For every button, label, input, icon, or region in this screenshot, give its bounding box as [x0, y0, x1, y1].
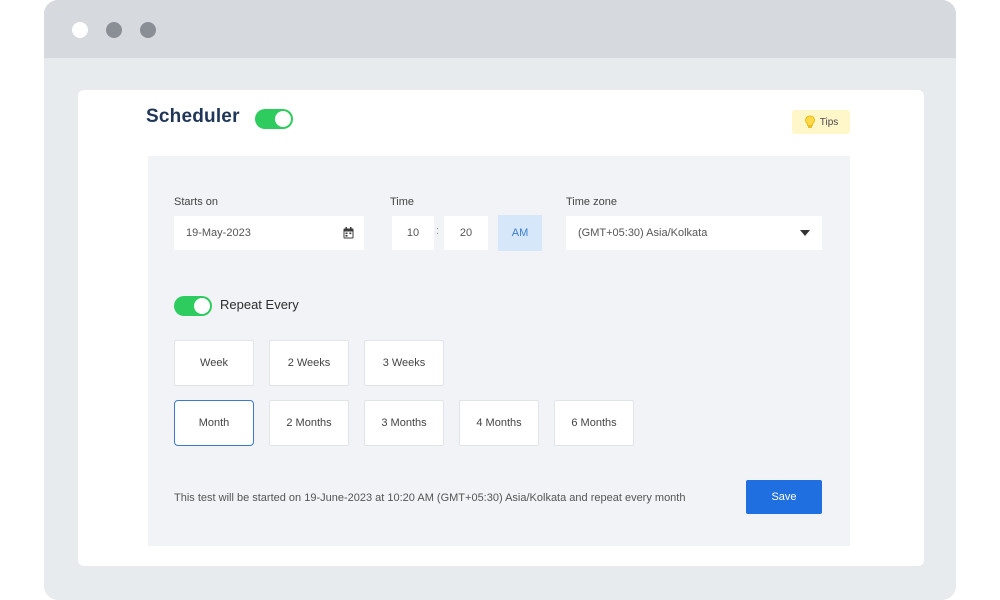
window-close-button[interactable]: [72, 22, 88, 38]
calendar-icon[interactable]: [343, 227, 354, 239]
lightbulb-icon: [804, 115, 815, 128]
timezone-select[interactable]: (GMT+05:30) Asia/Kolkata: [566, 216, 822, 250]
repeat-option-2-months[interactable]: 2 Months: [269, 400, 349, 446]
scheduler-card: Scheduler Tips Starts on 19-May-2023 Tim…: [78, 90, 924, 566]
scheduler-toggle[interactable]: [255, 109, 293, 129]
schedule-form-panel: Starts on 19-May-2023 Time 10 : 20 AM Ti…: [148, 156, 850, 546]
window-maximize-button[interactable]: [140, 22, 156, 38]
repeat-option-6-months[interactable]: 6 Months: [554, 400, 634, 446]
schedule-summary-text: This test will be started on 19-June-202…: [174, 492, 686, 504]
starts-on-label: Starts on: [174, 196, 219, 208]
window-titlebar: [44, 0, 956, 58]
time-label: Time: [390, 196, 415, 208]
toggle-knob: [194, 298, 210, 314]
repeat-option-2-weeks[interactable]: 2 Weeks: [269, 340, 349, 386]
timezone-label: Time zone: [566, 196, 617, 208]
app-window: Scheduler Tips Starts on 19-May-2023 Tim…: [44, 0, 956, 600]
start-date-value: 19-May-2023: [186, 227, 251, 239]
repeat-option-3-months[interactable]: 3 Months: [364, 400, 444, 446]
repeat-option-4-months[interactable]: 4 Months: [459, 400, 539, 446]
start-date-input[interactable]: 19-May-2023: [174, 216, 364, 250]
am-pm-toggle[interactable]: AM: [498, 215, 542, 251]
repeat-option-3-weeks[interactable]: 3 Weeks: [364, 340, 444, 386]
timezone-value: (GMT+05:30) Asia/Kolkata: [578, 227, 708, 239]
tips-label: Tips: [819, 116, 839, 128]
toggle-knob: [275, 111, 291, 127]
repeat-option-month[interactable]: Month: [174, 400, 254, 446]
repeat-every-label: Repeat Every: [220, 297, 299, 312]
tips-button[interactable]: Tips: [792, 110, 850, 134]
time-separator: :: [436, 225, 440, 237]
save-button[interactable]: Save: [746, 480, 822, 514]
repeat-toggle[interactable]: [174, 296, 212, 316]
scheduler-title: Scheduler: [146, 106, 240, 127]
repeat-option-week[interactable]: Week: [174, 340, 254, 386]
hour-input[interactable]: 10: [392, 216, 434, 250]
minute-input[interactable]: 20: [444, 216, 488, 250]
window-minimize-button[interactable]: [106, 22, 122, 38]
caret-down-icon: [800, 230, 810, 236]
